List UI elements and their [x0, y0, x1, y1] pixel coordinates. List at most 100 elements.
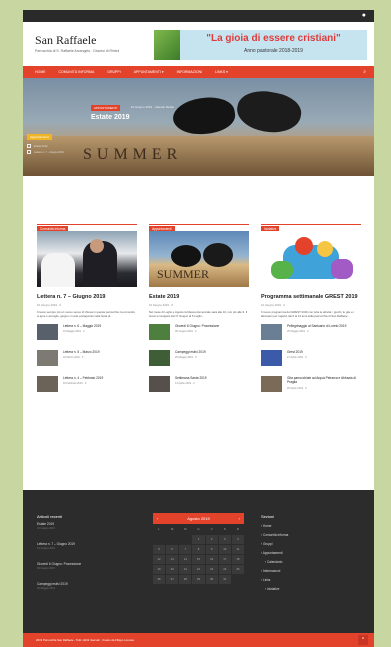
list-thumbnail[interactable]: [149, 324, 170, 341]
calendar-day[interactable]: 3: [218, 535, 231, 544]
calendar-day[interactable]: 30: [205, 575, 218, 584]
nav-item-links[interactable]: Links ▾: [215, 70, 228, 74]
search-icon[interactable]: ⌕: [363, 69, 366, 75]
list-thumbnail[interactable]: [261, 324, 282, 341]
header-banner[interactable]: "La gioia di essere cristiani" Anno past…: [154, 30, 367, 60]
list-item[interactable]: Lettera n. 6 – Maggio 2019 15 Maggio 2019…: [37, 324, 137, 342]
list-item-title[interactable]: Grest 2019: [287, 350, 307, 354]
list-item-title[interactable]: Lettera n. 5 – Marzo 2019: [63, 350, 100, 354]
list-item-title[interactable]: Gita parrocchiale ad Arquà Petrarca e Ab…: [287, 376, 361, 384]
list-item-title[interactable]: Settimana Santa 2019: [175, 376, 207, 380]
calendar-day[interactable]: 9: [205, 545, 218, 554]
hero-slider[interactable]: SUMMER APPUNTAMENTI · 10 Giugno 2019 · C…: [23, 78, 374, 176]
calendar-day[interactable]: 12: [153, 555, 166, 564]
calendar-day[interactable]: 13: [166, 555, 179, 564]
hero-slide-title[interactable]: Estate 2019: [34, 145, 47, 148]
calendar-day[interactable]: 28: [179, 575, 192, 584]
recent-post[interactable]: Lettera n. 7 – Giugno 2019 10 Giugno 2019: [37, 542, 81, 550]
calendar-day[interactable]: 24: [218, 565, 231, 574]
list-thumbnail[interactable]: [261, 376, 282, 393]
site-title[interactable]: San Raffaele: [35, 33, 96, 48]
calendar-day[interactable]: 2: [205, 535, 218, 544]
list-item[interactable]: Giovedì 6 Giugno: Processione 06 Giugno 2…: [149, 324, 249, 342]
recent-post[interactable]: Estate 2019 10 Giugno 2019: [37, 522, 81, 530]
recent-post[interactable]: Campeggi estivi 2019 20 Maggio 2019: [37, 582, 81, 590]
list-item[interactable]: Pellegrinaggio al Santuario di Loreto 20…: [261, 324, 361, 342]
nav-item-home[interactable]: Home: [35, 70, 46, 74]
calendar-day[interactable]: 27: [166, 575, 179, 584]
calendar-day[interactable]: 1: [192, 535, 205, 544]
footer-link[interactable]: › Informazioni: [261, 569, 288, 573]
calendar-day[interactable]: 21: [179, 565, 192, 574]
calendar-day[interactable]: 22: [192, 565, 205, 574]
nav-item-comunita[interactable]: Comunità Informa: [59, 70, 95, 74]
hero-slide-title[interactable]: Lettera n. 7 – Giugno 2019: [34, 151, 64, 154]
footer-link[interactable]: › Iniziative: [261, 587, 288, 591]
calendar-day[interactable]: 16: [205, 555, 218, 564]
hero-title[interactable]: Estate 2019: [91, 114, 130, 121]
recent-post-title[interactable]: Giovedì 6 Giugno: Processione: [37, 562, 81, 566]
featured-image[interactable]: [261, 231, 361, 287]
footer-link[interactable]: › Home: [261, 524, 288, 528]
calendar-day[interactable]: 7: [179, 545, 192, 554]
list-thumbnail[interactable]: [37, 350, 58, 367]
nav-item-appuntamenti[interactable]: Appuntamenti ▾: [134, 70, 164, 74]
list-item-title[interactable]: Lettera n. 6 – Maggio 2019: [63, 324, 101, 328]
calendar-day[interactable]: 4: [231, 535, 244, 544]
list-item-title[interactable]: Campeggi estivi 2019: [175, 350, 206, 354]
slide-dot[interactable]: [27, 150, 31, 154]
list-thumbnail[interactable]: [37, 376, 58, 393]
calendar-day[interactable]: 14: [179, 555, 192, 564]
list-thumbnail[interactable]: [261, 350, 282, 367]
calendar-day[interactable]: 25: [231, 565, 244, 574]
recent-post[interactable]: Giovedì 6 Giugno: Processione 06 Giugno 2…: [37, 562, 81, 570]
chevron-left-icon[interactable]: ‹: [157, 513, 158, 524]
recent-post-title[interactable]: Campeggi estivi 2019: [37, 582, 81, 586]
footer-link[interactable]: › Appuntamenti: [261, 551, 288, 555]
calendar-day[interactable]: 19: [153, 565, 166, 574]
featured-post-title[interactable]: Programma settimanale GREST 2019: [261, 294, 361, 301]
calendar-day[interactable]: 26: [153, 575, 166, 584]
hero-category-badge[interactable]: APPUNTAMENTI: [91, 105, 121, 111]
featured-post-title[interactable]: Estate 2019: [149, 294, 249, 301]
back-to-top-icon[interactable]: ^: [358, 635, 368, 645]
recent-post-title[interactable]: Estate 2019: [37, 522, 81, 526]
calendar-day[interactable]: 18: [231, 555, 244, 564]
calendar-day[interactable]: 23: [205, 565, 218, 574]
calendar-day[interactable]: 11: [231, 545, 244, 554]
footer-link[interactable]: › Links: [261, 578, 288, 582]
nav-item-informazioni[interactable]: Informazioni: [177, 70, 202, 74]
slide-dot[interactable]: [27, 144, 31, 148]
footer-link[interactable]: › Calendario: [261, 560, 288, 564]
footer-link[interactable]: › Gruppi: [261, 542, 288, 546]
calendar-day[interactable]: 10: [218, 545, 231, 554]
featured-image[interactable]: [37, 231, 137, 287]
list-item[interactable]: Campeggi estivi 2019 20 Maggio 2019 · 0: [149, 350, 249, 368]
calendar-day[interactable]: 17: [218, 555, 231, 564]
calendar-day[interactable]: 5: [153, 545, 166, 554]
list-item[interactable]: Grest 2019 27 Aprile 2019 · 0: [261, 350, 361, 368]
hero-section-badge[interactable]: Appuntamenti: [27, 134, 52, 140]
featured-image[interactable]: SUMMER: [149, 231, 249, 287]
calendar-day[interactable]: 15: [192, 555, 205, 564]
calendar-day[interactable]: 8: [192, 545, 205, 554]
list-item[interactable]: Lettera n. 5 – Marzo 2019 18 Marzo 2019 ·…: [37, 350, 137, 368]
chevron-right-icon[interactable]: ›: [239, 513, 240, 524]
list-item-title[interactable]: Lettera n. 4 – Febbraio 2019: [63, 376, 103, 380]
list-item-title[interactable]: Giovedì 6 Giugno: Processione: [175, 324, 219, 328]
calendar-day[interactable]: 20: [166, 565, 179, 574]
social-icon[interactable]: ●: [362, 12, 366, 19]
footer-link[interactable]: › Comunità Informa: [261, 533, 288, 537]
calendar-day[interactable]: 29: [192, 575, 205, 584]
list-item-title[interactable]: Pellegrinaggio al Santuario di Loreto 20…: [287, 324, 346, 328]
nav-item-gruppi[interactable]: Gruppi: [107, 70, 120, 74]
recent-post-title[interactable]: Lettera n. 7 – Giugno 2019: [37, 542, 81, 546]
featured-post-title[interactable]: Lettera n. 7 – Giugno 2019: [37, 294, 137, 301]
list-thumbnail[interactable]: [149, 376, 170, 393]
calendar-day[interactable]: 6: [166, 545, 179, 554]
list-item[interactable]: Settimana Santa 2019 13 Aprile 2019 · 0: [149, 376, 249, 394]
list-item[interactable]: Gita parrocchiale ad Arquà Petrarca e Ab…: [261, 376, 361, 394]
list-thumbnail[interactable]: [37, 324, 58, 341]
list-item[interactable]: Lettera n. 4 – Febbraio 2019 16 Febbraio …: [37, 376, 137, 394]
list-thumbnail[interactable]: [149, 350, 170, 367]
